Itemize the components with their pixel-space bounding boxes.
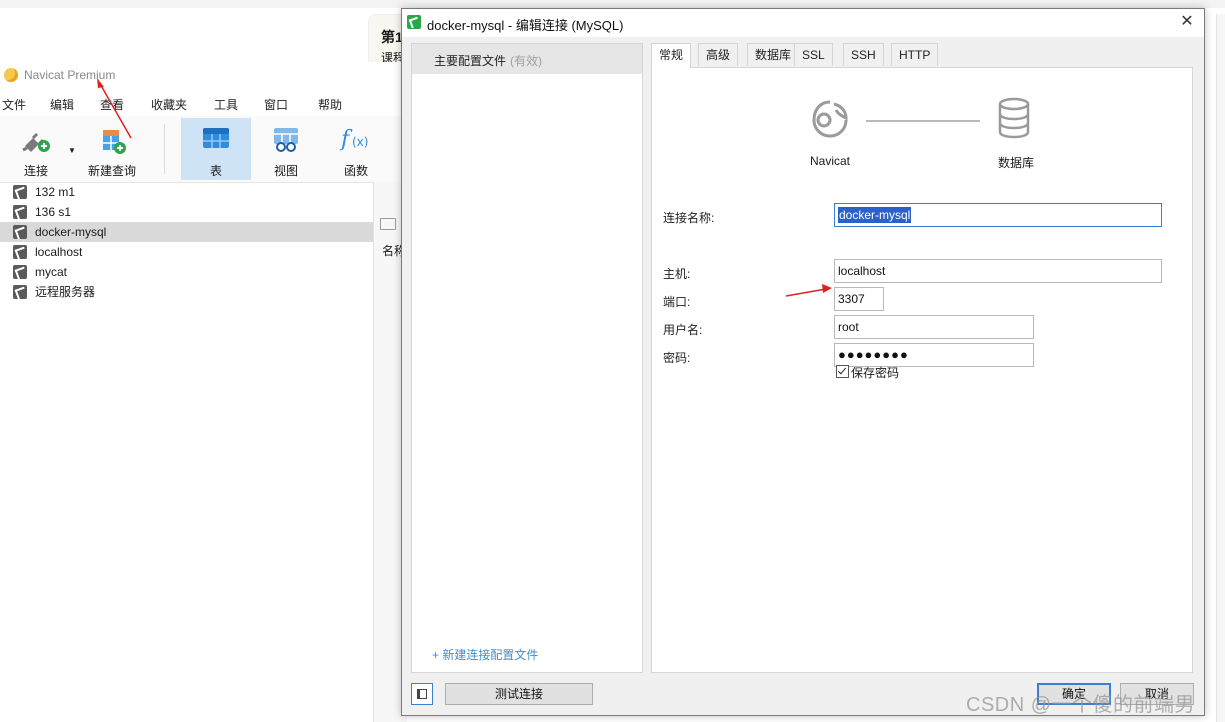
connection-item[interactable]: 132 m1 — [0, 182, 373, 202]
svg-text:f: f — [339, 127, 353, 152]
port-label: 端口: — [663, 295, 691, 309]
connection-item[interactable]: localhost — [0, 242, 373, 262]
tab-bar: 常规 高级 数据库 SSL SSH HTTP — [651, 43, 1191, 68]
menu-file[interactable]: 文件 — [2, 96, 26, 113]
mysql-connection-icon — [13, 265, 27, 279]
tab-database[interactable]: 数据库 — [747, 43, 800, 66]
connection-label: 132 m1 — [35, 185, 76, 199]
profile-item-main[interactable]: 主要配置文件 (有效) — [412, 44, 642, 74]
profile-status: (有效) — [510, 54, 543, 68]
username-input[interactable]: root — [834, 315, 1034, 339]
menu-help[interactable]: 帮助 — [318, 96, 342, 113]
port-input[interactable]: 3307 — [834, 287, 884, 311]
new-query-label: 新建查询 — [87, 164, 136, 178]
mysql-app-icon — [407, 15, 421, 29]
tab-http[interactable]: HTTP — [891, 43, 939, 66]
connection-label: mycat — [35, 265, 68, 279]
new-query-icon — [95, 124, 129, 159]
connection-label: localhost — [35, 245, 83, 259]
plug-icon — [19, 124, 53, 159]
main-title-text: Navicat Premium — [24, 68, 116, 82]
host-input[interactable]: localhost — [834, 259, 1162, 283]
connection-label: docker-mysql — [35, 225, 107, 239]
dialog-title: docker-mysql - 编辑连接 (MySQL) — [427, 18, 624, 33]
tab-advanced[interactable]: 高级 — [698, 43, 739, 66]
folder-icon[interactable] — [380, 218, 396, 230]
connection-label: 远程服务器 — [35, 285, 96, 299]
connection-name-label: 连接名称: — [663, 211, 715, 225]
background-strip — [0, 0, 1225, 8]
host-label: 主机: — [663, 267, 691, 281]
view-icon — [270, 124, 302, 157]
mysql-connection-icon — [13, 245, 27, 259]
profile-panel: 主要配置文件 (有效) + 新建连接配置文件 — [411, 43, 643, 673]
general-tab-content: Navicat 数据库 连接名称: docker-mysql 主机: local… — [651, 67, 1193, 673]
function-label: 函数 — [343, 164, 368, 178]
diagram-navicat-label: Navicat — [810, 154, 851, 168]
navicat-main-window: Navicat Premium 文件 编辑 查看 收藏夹 工具 窗口 帮助 连接… — [0, 62, 407, 722]
save-password-label[interactable]: 保存密码 — [851, 364, 899, 381]
main-title-bar: Navicat Premium — [0, 62, 406, 90]
menu-bar: 文件 编辑 查看 收藏夹 工具 窗口 帮助 — [0, 92, 406, 114]
mysql-connection-icon — [13, 205, 27, 219]
username-label: 用户名: — [663, 323, 703, 337]
new-query-button[interactable]: 新建查询 — [84, 118, 140, 180]
menu-window[interactable]: 窗口 — [264, 96, 288, 113]
tab-ssl[interactable]: SSL — [794, 43, 833, 66]
web-card-title: 第1 — [381, 29, 403, 45]
test-connection-button[interactable]: 测试连接 — [445, 683, 593, 705]
dialog-title-bar: docker-mysql - 编辑连接 (MySQL) ✕ — [402, 9, 1204, 37]
close-icon[interactable]: ✕ — [1176, 11, 1198, 33]
table-label: 表 — [209, 164, 222, 178]
database-icon — [996, 96, 1032, 140]
menu-favorites[interactable]: 收藏夹 — [151, 96, 187, 113]
svg-text:(x): (x) — [352, 135, 368, 149]
save-password-checkbox[interactable] — [836, 365, 849, 378]
new-profile-link[interactable]: + 新建连接配置文件 — [432, 646, 538, 663]
connection-name-input[interactable]: docker-mysql — [834, 203, 1162, 227]
connection-line — [866, 120, 980, 122]
connection-name-value: docker-mysql — [838, 207, 912, 223]
tab-general[interactable]: 常规 — [651, 43, 692, 68]
connect-dropdown-icon[interactable]: ▼ — [68, 146, 76, 155]
table-icon — [201, 124, 231, 157]
function-button[interactable]: f (x) 函数 — [328, 118, 384, 180]
navicat-logo-icon — [4, 68, 18, 82]
navicat-icon — [808, 96, 852, 140]
connection-item-selected[interactable]: docker-mysql — [0, 222, 373, 242]
view-label: 视图 — [273, 164, 298, 178]
toolbar-separator — [164, 124, 165, 174]
function-icon: f (x) — [339, 124, 373, 157]
profile-label: 主要配置文件 — [434, 54, 507, 68]
mysql-connection-icon — [13, 225, 27, 239]
profile-name: 主要配置文件 (有效) — [434, 52, 542, 69]
connect-button[interactable]: 连接 — [8, 118, 64, 180]
mysql-connection-icon — [13, 285, 27, 299]
background-scrollbar[interactable] — [1216, 14, 1225, 722]
table-button[interactable]: 表 — [181, 118, 251, 180]
toggle-panel-icon[interactable] — [411, 683, 433, 705]
view-button[interactable]: 视图 — [258, 118, 314, 180]
menu-tools[interactable]: 工具 — [214, 96, 238, 113]
password-label: 密码: — [663, 351, 691, 365]
watermark-text: CSDN @一个傻的前端男 — [966, 694, 1196, 716]
main-toolbar: 连接 ▼ 新建查询 表 视图 f (x) 函数 — [0, 116, 406, 183]
connection-item[interactable]: 136 s1 — [0, 202, 373, 222]
diagram-database-label: 数据库 — [998, 156, 1035, 170]
tab-ssh[interactable]: SSH — [843, 43, 884, 66]
connection-list: 132 m1 136 s1 docker-mysql localhost myc… — [0, 182, 373, 302]
menu-edit[interactable]: 编辑 — [50, 96, 74, 113]
connect-label: 连接 — [23, 164, 48, 178]
connection-item[interactable]: 远程服务器 — [0, 282, 373, 302]
mysql-connection-icon — [13, 185, 27, 199]
edit-connection-dialog: docker-mysql - 编辑连接 (MySQL) ✕ 主要配置文件 (有效)… — [401, 8, 1205, 716]
menu-view[interactable]: 查看 — [100, 96, 124, 113]
connection-item[interactable]: mycat — [0, 262, 373, 282]
connection-label: 136 s1 — [35, 205, 72, 219]
